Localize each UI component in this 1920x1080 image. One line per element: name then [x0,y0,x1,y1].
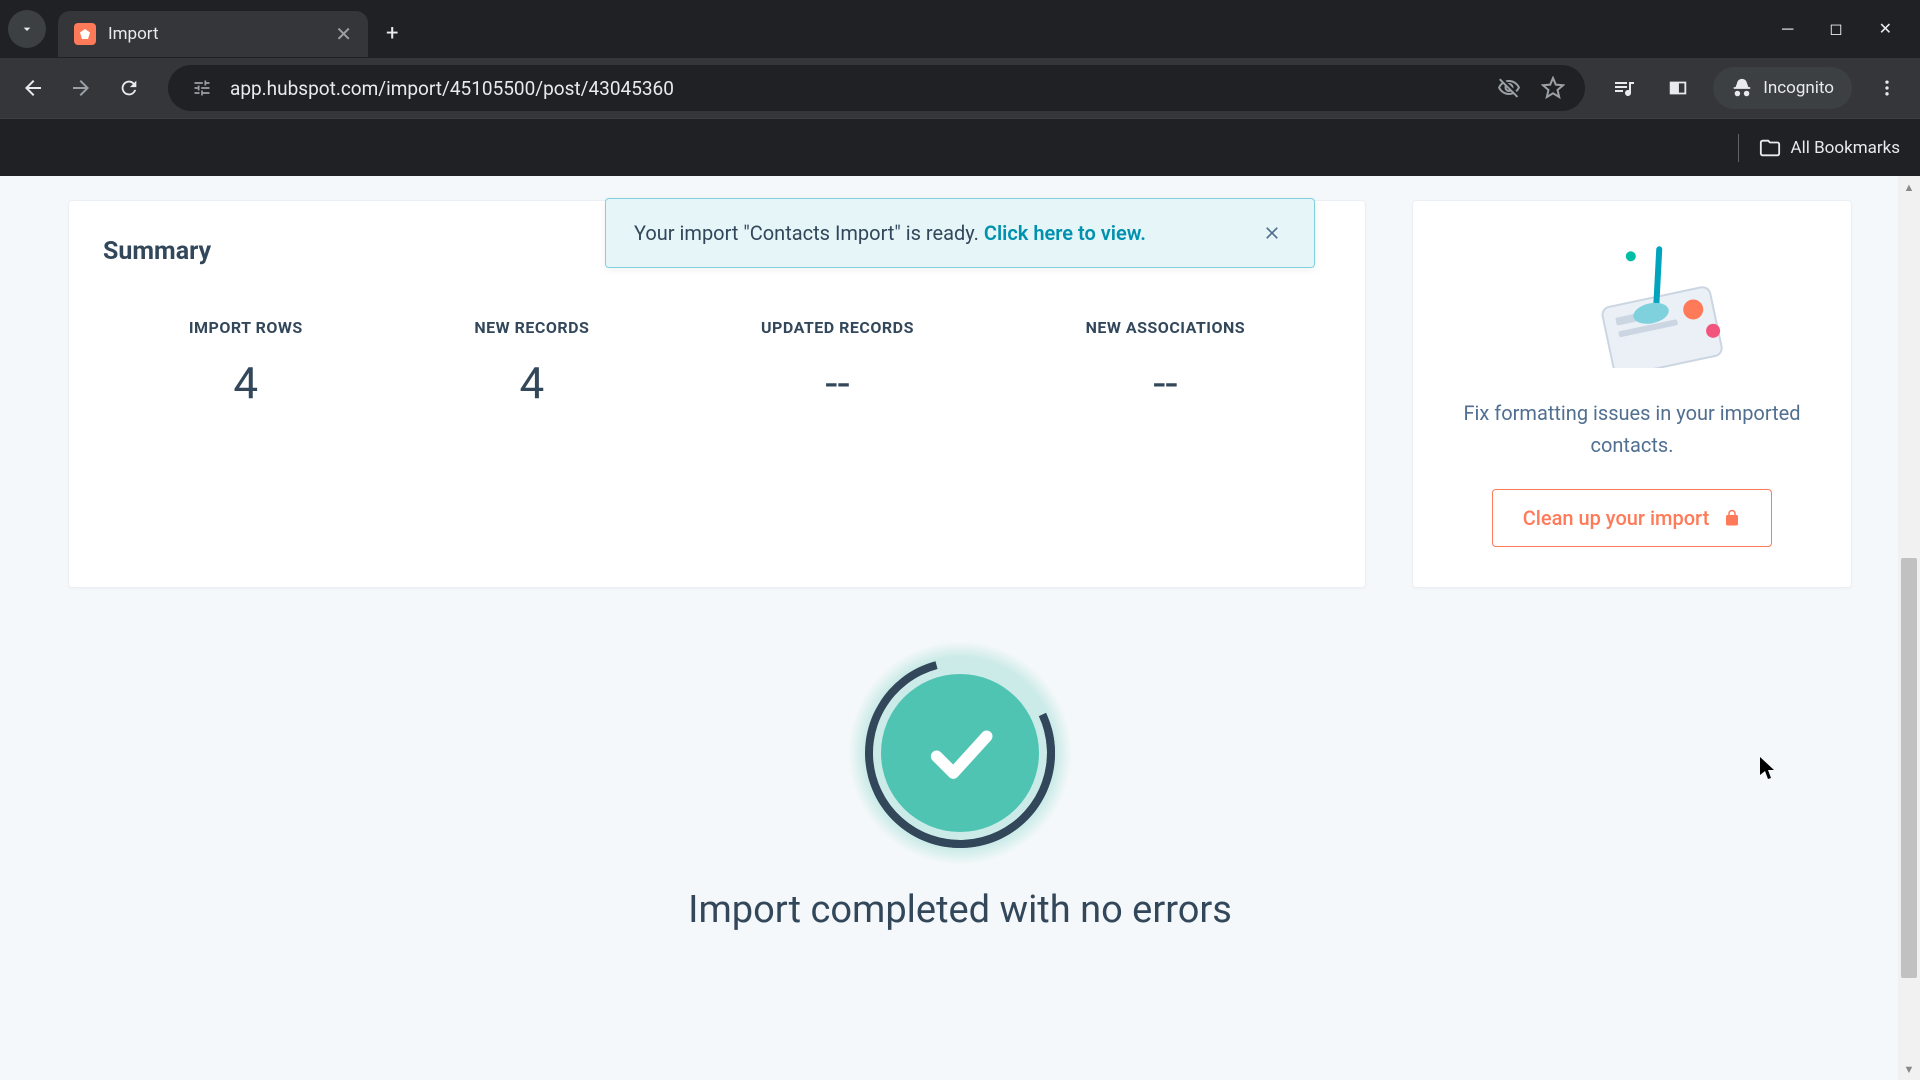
stat-updated-records: UPDATED RECORDS -- [761,318,914,409]
stat-value: 4 [189,357,303,409]
cleanup-card: Fix formatting issues in your imported c… [1412,200,1852,588]
playlist-icon [1612,76,1636,100]
eye-off-icon[interactable] [1497,76,1521,100]
arrow-right-icon [69,76,93,100]
toast-text: Your import "Contacts Import" is ready. … [634,221,1146,245]
forward-button[interactable] [62,69,100,107]
incognito-label: Incognito [1763,78,1834,98]
close-tab-button[interactable]: ✕ [335,22,352,46]
stat-label: NEW ASSOCIATIONS [1086,318,1246,337]
maximize-button[interactable]: ◻ [1829,19,1842,39]
stat-value: 4 [474,357,589,409]
scrollbar-track[interactable] [1898,198,1920,1058]
new-tab-button[interactable]: + [386,21,398,46]
arrow-left-icon [21,76,45,100]
cleanup-import-button[interactable]: Clean up your import [1492,489,1773,547]
minimize-button[interactable]: ─ [1782,19,1793,39]
stat-value: -- [761,357,914,409]
bookmarks-bar: All Bookmarks [0,118,1920,176]
toast-close-button[interactable] [1258,219,1286,247]
toast-view-link[interactable]: Click here to view. [984,221,1146,245]
browser-toolbar: app.hubspot.com/import/45105500/post/430… [0,58,1920,118]
stat-new-records: NEW RECORDS 4 [474,318,589,409]
import-ready-toast: Your import "Contacts Import" is ready. … [605,198,1315,268]
kebab-icon [1877,78,1897,98]
scrollbar-thumb[interactable] [1901,558,1917,978]
completion-section: Import completed with no errors [0,658,1920,932]
success-check-icon [865,658,1055,848]
toast-message: Your import "Contacts Import" is ready. [634,221,984,245]
scroll-up-button[interactable]: ▲ [1898,176,1920,198]
browser-menu-button[interactable] [1868,69,1906,107]
reload-button[interactable] [110,69,148,107]
stat-value: -- [1086,357,1246,409]
stat-new-associations: NEW ASSOCIATIONS -- [1086,318,1246,409]
star-icon[interactable] [1541,76,1565,100]
tab-title: Import [108,24,323,44]
reload-icon [118,77,140,99]
stat-label: NEW RECORDS [474,318,589,337]
toolbar-right: Incognito [1605,67,1906,109]
close-icon [1262,223,1282,243]
window-controls: ─ ◻ ✕ [1782,19,1912,39]
media-button[interactable] [1605,69,1643,107]
cleanup-button-label: Clean up your import [1523,506,1710,530]
page-content: Your import "Contacts Import" is ready. … [0,176,1920,1080]
folder-icon [1759,137,1781,159]
tab-search-button[interactable] [8,10,46,48]
scroll-down-button[interactable]: ▼ [1898,1058,1920,1080]
site-info-button[interactable] [188,74,216,102]
completion-message: Import completed with no errors [0,888,1920,932]
address-bar[interactable]: app.hubspot.com/import/45105500/post/430… [168,65,1585,111]
stat-import-rows: IMPORT ROWS 4 [189,318,303,409]
close-window-button[interactable]: ✕ [1879,19,1892,39]
browser-chrome: Import ✕ + ─ ◻ ✕ app.hubspot.com/import/… [0,0,1920,176]
incognito-indicator[interactable]: Incognito [1713,67,1852,109]
vertical-scrollbar[interactable]: ▲ ▼ [1898,176,1920,1080]
summary-stats: IMPORT ROWS 4 NEW RECORDS 4 UPDATED RECO… [103,318,1331,409]
stat-label: IMPORT ROWS [189,318,303,337]
stat-label: UPDATED RECORDS [761,318,914,337]
cleanup-text: Fix formatting issues in your imported c… [1441,397,1823,461]
browser-titlebar: Import ✕ + ─ ◻ ✕ [0,0,1920,58]
side-panel-button[interactable] [1659,69,1697,107]
cleanup-illustration [1441,233,1823,373]
all-bookmarks-button[interactable]: All Bookmarks [1791,138,1900,158]
divider [1738,134,1739,162]
back-button[interactable] [14,69,52,107]
tune-icon [192,78,212,98]
lock-icon [1723,509,1741,527]
panel-icon [1667,77,1689,99]
incognito-icon [1731,77,1753,99]
url-text: app.hubspot.com/import/45105500/post/430… [230,77,1483,100]
hubspot-favicon [74,23,96,45]
chevron-down-icon [19,21,35,37]
browser-tab[interactable]: Import ✕ [58,11,368,57]
